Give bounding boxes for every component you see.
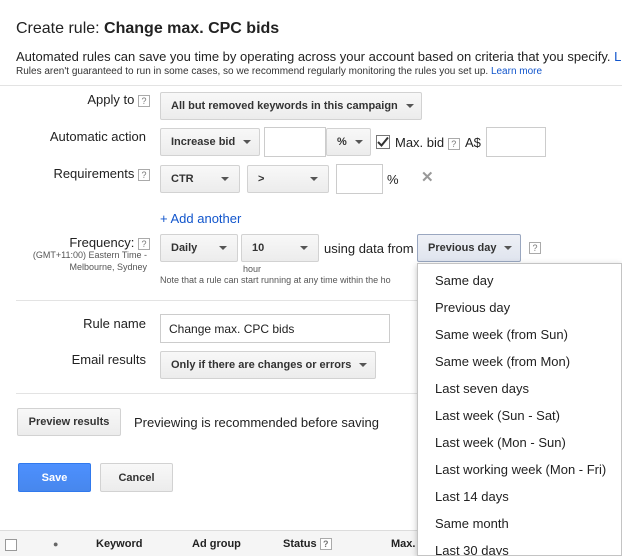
select-all-checkbox[interactable] <box>5 539 17 551</box>
data-range-value: Previous day <box>428 242 497 254</box>
cancel-button[interactable]: Cancel <box>100 463 173 492</box>
preview-hint-text: Previewing is recommended before saving <box>134 415 379 430</box>
using-data-from-text: using data from <box>324 241 414 256</box>
currency-label: A$ <box>465 135 481 150</box>
dropdown-option-last-week-mon-sun[interactable]: Last week (Mon - Sun) <box>418 429 621 456</box>
hour-value: 10 <box>252 242 265 254</box>
dropdown-option-previous-day[interactable]: Previous day <box>418 294 621 321</box>
action-value: Increase bid <box>171 136 236 148</box>
email-results-select[interactable]: Only if there are changes or errors <box>160 351 376 379</box>
intro-learn-link[interactable]: L <box>614 49 621 64</box>
apply-to-select[interactable]: All but removed keywords in this campaig… <box>160 92 422 120</box>
chevron-down-icon <box>221 177 229 181</box>
dropdown-option-same-day[interactable]: Same day <box>418 267 621 294</box>
help-icon[interactable]: ? <box>138 168 150 181</box>
action-select[interactable]: Increase bid <box>160 128 260 156</box>
dropdown-option-last-30-days[interactable]: Last 30 days <box>418 537 621 555</box>
email-results-label: Email results <box>71 352 146 367</box>
email-results-value: Only if there are changes or errors <box>171 359 352 371</box>
apply-to-value: All but removed keywords in this campaig… <box>171 100 398 112</box>
learn-more-link[interactable]: Learn more <box>491 66 542 77</box>
dropdown-option-last-working-week[interactable]: Last working week (Mon - Fri) <box>418 456 621 483</box>
dropdown-option-last-14-days[interactable]: Last 14 days <box>418 483 621 510</box>
bid-amount-input[interactable] <box>264 127 326 157</box>
column-header-status[interactable]: Status ? <box>283 538 332 551</box>
chevron-down-icon <box>219 246 227 250</box>
requirements-label: Requirements ? <box>0 166 150 181</box>
help-icon[interactable]: ? <box>447 137 460 150</box>
frequency-label: Frequency: ? <box>0 235 150 250</box>
help-icon[interactable]: ? <box>138 94 150 107</box>
monitoring-note: Rules aren't guaranteed to run in some c… <box>16 66 543 77</box>
timezone-text-2: Melbourne, Sydney <box>69 262 147 272</box>
add-another-link[interactable]: + Add another <box>160 211 241 226</box>
apply-to-label: Apply to ? <box>0 92 150 107</box>
column-header-keyword[interactable]: Keyword <box>96 538 142 550</box>
divider <box>16 393 417 394</box>
timezone-text: (GMT+11:00) Eastern Time - <box>32 250 147 260</box>
unit-value: % <box>337 136 347 148</box>
data-range-dropdown: Same day Previous day Same week (from Su… <box>417 263 622 556</box>
period-value: Daily <box>171 242 198 254</box>
close-icon[interactable]: ✕ <box>421 168 434 186</box>
operator-select[interactable]: > <box>247 165 329 193</box>
period-select[interactable]: Daily <box>160 234 238 262</box>
hour-select[interactable]: 10 <box>241 234 319 262</box>
intro-text: Automated rules can save you time by ope… <box>16 49 622 64</box>
checkmark-icon <box>377 136 389 147</box>
automatic-action-label: Automatic action <box>49 129 146 144</box>
unit-select[interactable]: % <box>326 128 371 156</box>
dropdown-option-same-week-mon[interactable]: Same week (from Mon) <box>418 348 621 375</box>
requirement-value-input[interactable] <box>336 164 383 194</box>
metric-value: CTR <box>171 173 194 185</box>
metric-select[interactable]: CTR <box>160 165 240 193</box>
dropdown-option-same-week-sun[interactable]: Same week (from Sun) <box>418 321 621 348</box>
rule-name-input[interactable]: Change max. CPC bids <box>160 314 390 343</box>
chevron-down-icon <box>310 177 318 181</box>
data-range-select[interactable]: Previous day <box>417 234 521 262</box>
chevron-down-icon <box>359 363 368 367</box>
requirement-unit: % <box>387 172 399 187</box>
status-dot-header: ● <box>53 539 59 549</box>
column-header-max[interactable]: Max. <box>391 538 415 550</box>
max-bid-label: Max. bid ? <box>395 135 460 150</box>
hour-caption: hour <box>243 264 262 274</box>
operator-value: > <box>258 173 265 185</box>
rule-name-label: Rule name <box>83 316 146 331</box>
page-title: Create rule: Change max. CPC bids <box>16 20 280 37</box>
help-icon[interactable]: ? <box>529 242 541 254</box>
save-button[interactable]: Save <box>18 463 91 492</box>
chevron-down-icon <box>243 140 252 144</box>
frequency-note: Note that a rule can start running at an… <box>160 275 391 285</box>
chevron-down-icon <box>405 104 414 108</box>
chevron-down-icon <box>504 246 513 250</box>
divider <box>0 85 622 86</box>
dropdown-option-same-month[interactable]: Same month <box>418 510 621 537</box>
max-bid-checkbox[interactable] <box>376 135 390 149</box>
divider <box>16 300 417 301</box>
help-icon[interactable]: ? <box>138 237 150 250</box>
preview-results-button[interactable]: Preview results <box>17 408 121 436</box>
column-header-ad-group[interactable]: Ad group <box>192 538 241 550</box>
chevron-down-icon <box>354 140 363 144</box>
chevron-down-icon <box>300 246 308 250</box>
max-bid-input[interactable] <box>486 127 546 157</box>
dropdown-option-last-week-sun-sat[interactable]: Last week (Sun - Sat) <box>418 402 621 429</box>
dropdown-option-last-seven-days[interactable]: Last seven days <box>418 375 621 402</box>
help-icon[interactable]: ? <box>319 538 332 551</box>
